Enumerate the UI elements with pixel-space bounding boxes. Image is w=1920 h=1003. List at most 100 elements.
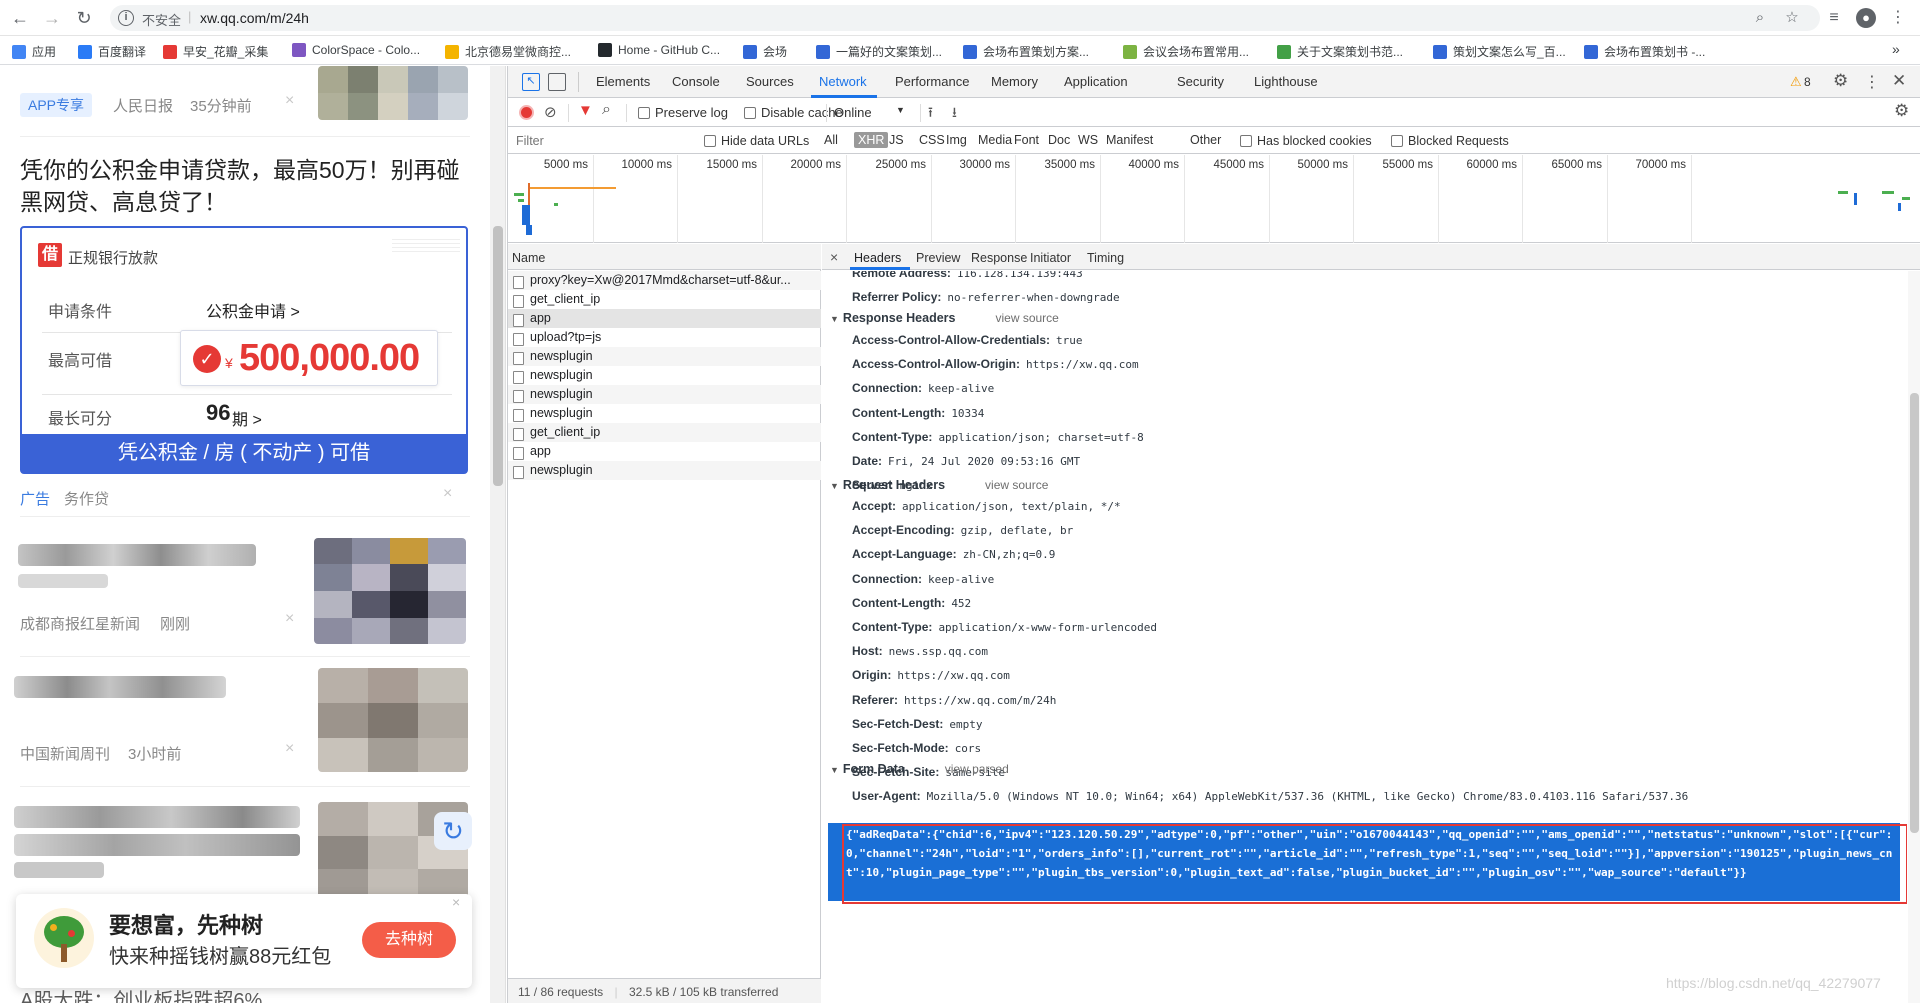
ad-headline[interactable]: 凭你的公积金申请贷款，最高50万！别再碰黑网贷、高息贷了！	[20, 154, 470, 218]
disable-cache-checkbox[interactable]: Disable cache	[744, 105, 843, 120]
blurred-headline[interactable]	[14, 862, 104, 878]
menu-kebab-icon[interactable]: ⋮	[1888, 8, 1908, 28]
type-filter-media[interactable]: Media	[978, 133, 1012, 147]
bookmark-item[interactable]: ColorSpace - Colo...	[292, 43, 420, 59]
blurred-headline[interactable]	[14, 676, 226, 698]
bookmark-item[interactable]: 早安_花瓣_采集	[163, 43, 268, 59]
view-source-link[interactable]: view source	[985, 478, 1048, 492]
type-filter-img[interactable]: Img	[946, 133, 967, 147]
detail-tab-timing[interactable]: Timing	[1087, 251, 1124, 265]
import-har-icon[interactable]: ⭱	[928, 102, 933, 126]
bookmark-item[interactable]: 会议会场布置常用...	[1123, 43, 1249, 59]
name-column-header[interactable]: Name	[508, 244, 821, 270]
network-settings-icon[interactable]: ⚙	[1894, 101, 1909, 121]
ad-banner[interactable]: 凭公积金 / 房 ( 不动产 ) 可借	[22, 434, 466, 472]
settings-gear-icon[interactable]: ⚙	[1833, 71, 1848, 91]
bookmark-item[interactable]: 一篇好的文案策划...	[816, 43, 942, 59]
request-row[interactable]: newsplugin	[508, 347, 821, 366]
preserve-log-checkbox[interactable]: Preserve log	[638, 105, 728, 120]
type-filter-other[interactable]: Other	[1190, 133, 1221, 147]
dismiss-icon[interactable]: ×	[285, 610, 294, 628]
clear-icon[interactable]: ⊘	[544, 103, 557, 121]
refresh-icon[interactable]: ↻	[434, 812, 472, 850]
blocked-requests-checkbox[interactable]: Blocked Requests	[1391, 134, 1509, 148]
tab-console[interactable]: Console	[672, 74, 720, 89]
tab-security[interactable]: Security	[1177, 74, 1224, 89]
bookmark-item[interactable]: 应用	[12, 43, 56, 59]
bookmark-item[interactable]: Home - GitHub C...	[598, 43, 720, 59]
address-bar[interactable]: i 不安全 | xw.qq.com/m/24h ⌕ ☆	[110, 5, 1820, 31]
detail-tab-response[interactable]: Response	[971, 251, 1027, 265]
inspect-element-icon[interactable]: ↖	[522, 73, 540, 91]
tab-performance[interactable]: Performance	[895, 74, 969, 89]
bookmark-item[interactable]: 策划文案怎么写_百...	[1433, 43, 1566, 59]
back-icon[interactable]: ←	[10, 8, 30, 28]
page-scrollbar[interactable]	[490, 66, 506, 1003]
loan-ad-card[interactable]: 借 正规银行放款 申请条件 公积金申请 > 最高可借 ✓ ¥ 500,000.0…	[20, 226, 468, 474]
request-row[interactable]: app	[508, 309, 821, 328]
request-row[interactable]: newsplugin	[508, 461, 821, 480]
hide-data-urls-checkbox[interactable]: Hide data URLs	[704, 134, 809, 148]
reload-icon[interactable]: ↻	[74, 8, 94, 28]
bookmark-item[interactable]: 北京德易堂微商控...	[445, 43, 571, 59]
dismiss-icon[interactable]: ×	[285, 92, 294, 110]
bookmark-star-icon[interactable]: ☆	[1782, 8, 1802, 28]
detail-tab-preview[interactable]: Preview	[916, 251, 960, 265]
tab-application[interactable]: Application	[1064, 74, 1128, 89]
blurred-headline[interactable]	[14, 834, 300, 856]
media-control-icon[interactable]: ≡	[1824, 8, 1844, 28]
throttle-select[interactable]: Online ▼	[834, 105, 905, 120]
bookmark-item[interactable]: 百度翻译	[78, 43, 146, 59]
device-toolbar-icon[interactable]	[548, 73, 566, 91]
url-text[interactable]: xw.qq.com/m/24h	[200, 10, 309, 26]
close-devtools-icon[interactable]: ✕	[1892, 71, 1906, 91]
export-har-icon[interactable]: ⭳	[952, 102, 957, 126]
blurred-headline[interactable]	[18, 544, 256, 566]
type-filter-js[interactable]: JS	[889, 133, 904, 147]
request-row[interactable]: get_client_ip	[508, 423, 821, 442]
record-icon[interactable]	[519, 105, 534, 120]
response-headers-section[interactable]: ▼ Response Headers view source	[830, 311, 1059, 325]
app-promo-popup[interactable]: 要想富，先种树 快来种摇钱树赢88元红包 去种树 ×	[16, 894, 472, 988]
close-icon[interactable]: ×	[452, 894, 460, 910]
request-row[interactable]: upload?tp=js	[508, 328, 821, 347]
request-row[interactable]: get_client_ip	[508, 290, 821, 309]
more-bookmarks-icon[interactable]: »	[1892, 41, 1900, 57]
type-filter-ws[interactable]: WS	[1078, 133, 1098, 147]
info-icon[interactable]: i	[118, 10, 134, 26]
detail-tab-headers[interactable]: Headers	[854, 251, 901, 265]
blocked-cookies-checkbox[interactable]: Has blocked cookies	[1240, 134, 1372, 148]
type-filter-doc[interactable]: Doc	[1048, 133, 1070, 147]
detail-tab-initiator[interactable]: Initiator	[1030, 251, 1071, 265]
close-detail-icon[interactable]: ×	[830, 249, 838, 265]
view-parsed-link[interactable]: view parsed	[945, 762, 1009, 776]
news-thumbnail[interactable]	[314, 538, 466, 644]
forward-icon[interactable]: →	[42, 8, 62, 28]
bookmark-item[interactable]: 会场布置策划书 -...	[1584, 43, 1705, 59]
request-row[interactable]: newsplugin	[508, 404, 821, 423]
filter-input[interactable]	[512, 131, 684, 150]
profile-icon[interactable]: ●	[1856, 8, 1876, 28]
tab-sources[interactable]: Sources	[746, 74, 794, 89]
news-thumbnail[interactable]	[318, 66, 468, 120]
partial-headline[interactable]: A股大跌：创业板指跌超6%	[20, 984, 262, 1003]
request-row[interactable]: proxy?key=Xw@2017Mmd&charset=utf-8&ur...	[508, 271, 821, 290]
tab-network[interactable]: Network	[819, 74, 867, 89]
detail-scrollbar[interactable]	[1908, 271, 1920, 1003]
bookmark-item[interactable]: 会场	[743, 43, 787, 59]
view-source-link[interactable]: view source	[995, 311, 1058, 325]
blurred-headline[interactable]	[14, 806, 300, 828]
dismiss-icon[interactable]: ×	[285, 740, 294, 758]
type-filter-all[interactable]: All	[824, 133, 838, 147]
type-filter-css[interactable]: CSS	[919, 133, 945, 147]
dismiss-icon[interactable]: ×	[443, 485, 452, 503]
warning-icon[interactable]: ⚠	[1790, 74, 1802, 90]
bookmark-item[interactable]: 关于文案策划书范...	[1277, 43, 1403, 59]
network-timeline-overview[interactable]: 5000 ms 10000 ms 15000 ms 20000 ms 25000 ms 3…	[508, 155, 1920, 243]
zoom-icon[interactable]: ⌕	[1750, 8, 1770, 28]
request-row[interactable]: app	[508, 442, 821, 461]
request-row[interactable]: newsplugin	[508, 366, 821, 385]
plant-tree-button[interactable]: 去种树	[362, 922, 456, 958]
tab-memory[interactable]: Memory	[991, 74, 1038, 89]
tab-elements[interactable]: Elements	[596, 74, 650, 89]
